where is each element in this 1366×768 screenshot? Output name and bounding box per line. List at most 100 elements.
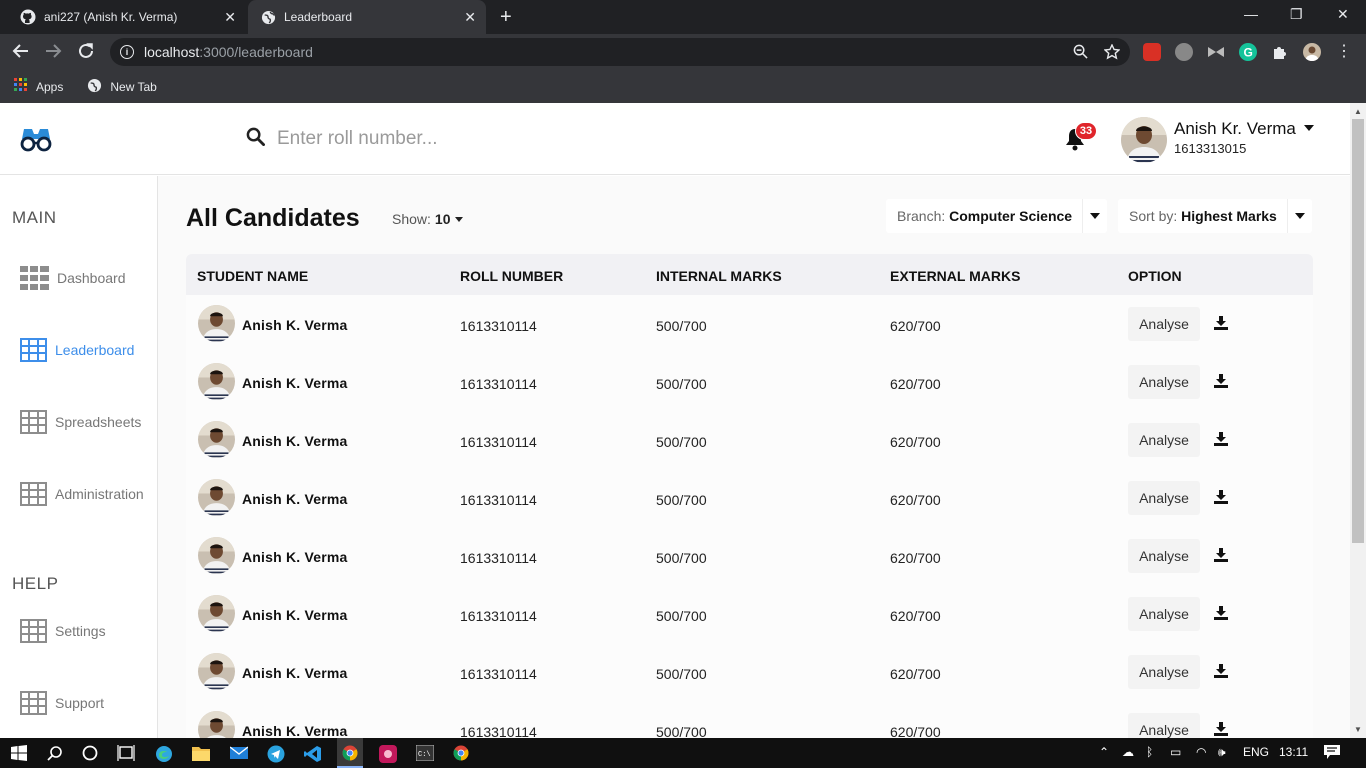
bookmark-new-tab[interactable]: New Tab: [87, 78, 157, 96]
sidebar-item-label: Leaderboard: [55, 342, 135, 358]
telegram-icon[interactable]: [267, 745, 285, 768]
bookmarks-bar: Apps New Tab: [0, 70, 1366, 103]
extension-icon[interactable]: [1143, 43, 1161, 61]
restore-button[interactable]: ❐: [1290, 6, 1303, 23]
language-indicator[interactable]: ENG: [1243, 745, 1269, 759]
external-marks: 620/700: [890, 434, 941, 450]
sidebar-item-support[interactable]: Support: [20, 691, 104, 715]
show-count-dropdown[interactable]: Show: 10: [392, 211, 463, 227]
close-tab-icon[interactable]: ✕: [224, 9, 236, 26]
grammarly-icon[interactable]: G: [1239, 43, 1257, 61]
analyse-button[interactable]: Analyse: [1128, 365, 1200, 399]
user-menu-caret-icon[interactable]: [1304, 125, 1314, 131]
file-explorer-icon[interactable]: [192, 745, 210, 766]
roll-number-search-input[interactable]: [277, 128, 677, 150]
scroll-up-arrow-icon[interactable]: ▲: [1354, 107, 1362, 116]
new-tab-button[interactable]: +: [500, 6, 512, 29]
branch-value: Computer Science: [949, 208, 1073, 224]
extension-icon[interactable]: [1175, 43, 1193, 61]
tray-chevron-up-icon[interactable]: ⌃: [1099, 745, 1109, 759]
tab-title: ani227 (Anish Kr. Verma): [44, 10, 178, 24]
sidebar-item-dashboard[interactable]: Dashboard: [20, 266, 126, 290]
clock-time[interactable]: 13:11: [1279, 745, 1308, 759]
branch-filter-dropdown[interactable]: Branch: Computer Science: [886, 199, 1108, 233]
download-icon[interactable]: [1214, 664, 1228, 683]
app-logo[interactable]: [20, 125, 52, 158]
analyse-button[interactable]: Analyse: [1128, 713, 1200, 738]
vscode-icon[interactable]: [304, 745, 322, 768]
analyse-button[interactable]: Analyse: [1128, 597, 1200, 631]
menu-dots-icon[interactable]: ⋮: [1335, 43, 1353, 61]
onedrive-icon[interactable]: ☁: [1122, 745, 1134, 759]
action-center-icon[interactable]: [1324, 745, 1340, 762]
analyse-button[interactable]: Analyse: [1128, 307, 1200, 341]
edge-icon[interactable]: [155, 745, 173, 768]
download-icon[interactable]: [1214, 316, 1228, 335]
app-icon[interactable]: [379, 745, 397, 768]
student-avatar: [198, 421, 235, 458]
user-name[interactable]: Anish Kr. Verma: [1174, 119, 1296, 139]
analyse-button[interactable]: Analyse: [1128, 481, 1200, 515]
extension-icon[interactable]: [1207, 43, 1225, 61]
analyse-button[interactable]: Analyse: [1128, 539, 1200, 573]
column-header-external-marks[interactable]: EXTERNAL MARKS: [890, 268, 1020, 284]
table-icon: [20, 482, 47, 506]
page-scrollbar[interactable]: ▲ ▼: [1350, 103, 1366, 738]
browser-tab-github[interactable]: ani227 (Anish Kr. Verma) ✕: [8, 0, 246, 34]
extensions-puzzle-icon[interactable]: [1271, 43, 1289, 61]
search-icon[interactable]: [246, 127, 265, 151]
apps-grid-icon: [14, 78, 28, 95]
mail-icon[interactable]: [229, 745, 249, 766]
wifi-icon[interactable]: ◠: [1196, 745, 1206, 759]
bookmark-apps[interactable]: Apps: [14, 78, 63, 95]
chrome-taskbar-button[interactable]: [337, 738, 363, 768]
close-tab-icon[interactable]: ✕: [464, 9, 476, 26]
sidebar-item-spreadsheets[interactable]: Spreadsheets: [20, 410, 141, 434]
column-header-internal-marks[interactable]: INTERNAL MARKS: [656, 268, 782, 284]
download-icon[interactable]: [1214, 548, 1228, 567]
minimize-button[interactable]: —: [1244, 6, 1258, 22]
address-bar[interactable]: i localhost:3000/leaderboard: [110, 38, 1130, 66]
column-header-student-name[interactable]: STUDENT NAME: [197, 268, 308, 284]
terminal-icon[interactable]: C:\: [415, 744, 435, 766]
scrollbar-thumb[interactable]: [1352, 119, 1364, 543]
caret-down-icon[interactable]: [1286, 199, 1312, 233]
download-icon[interactable]: [1214, 432, 1228, 451]
download-icon[interactable]: [1214, 606, 1228, 625]
download-icon[interactable]: [1214, 374, 1228, 393]
profile-avatar[interactable]: [1303, 43, 1321, 61]
volume-icon[interactable]: 🕪: [1218, 745, 1226, 760]
download-icon[interactable]: [1214, 722, 1228, 738]
sidebar-item-leaderboard[interactable]: Leaderboard: [20, 338, 134, 362]
sidebar-item-administration[interactable]: Administration: [20, 482, 144, 506]
site-info-icon[interactable]: i: [120, 45, 134, 59]
svg-text:C:\: C:\: [418, 751, 431, 759]
forward-icon[interactable]: [44, 42, 62, 63]
student-name: Anish K. Verma: [242, 491, 348, 507]
cortana-icon[interactable]: [82, 745, 98, 766]
analyse-button[interactable]: Analyse: [1128, 655, 1200, 689]
bookmark-star-icon[interactable]: [1103, 43, 1121, 63]
close-window-button[interactable]: ✕: [1337, 6, 1349, 23]
task-view-icon[interactable]: [117, 745, 135, 766]
browser-tab-leaderboard[interactable]: Leaderboard ✕: [248, 0, 486, 34]
download-icon[interactable]: [1214, 490, 1228, 509]
sidebar: MAIN Dashboard Leaderboard Spreadsheets: [0, 176, 158, 738]
caret-down-icon[interactable]: [1082, 199, 1107, 233]
chrome-icon[interactable]: [453, 745, 469, 766]
candidates-table: STUDENT NAME ROLL NUMBER INTERNAL MARKS …: [186, 254, 1313, 738]
scroll-down-arrow-icon[interactable]: ▼: [1354, 725, 1362, 734]
battery-icon[interactable]: ▭: [1170, 745, 1181, 759]
zoom-icon[interactable]: [1073, 44, 1088, 63]
user-avatar[interactable]: [1121, 117, 1167, 163]
search-icon[interactable]: [47, 745, 63, 766]
back-icon[interactable]: [12, 42, 30, 63]
windows-start-icon[interactable]: [11, 745, 27, 766]
analyse-button[interactable]: Analyse: [1128, 423, 1200, 457]
reload-icon[interactable]: [77, 42, 95, 63]
column-header-roll-number[interactable]: ROLL NUMBER: [460, 268, 563, 284]
student-avatar: [198, 711, 235, 738]
bluetooth-icon[interactable]: ᛒ: [1146, 745, 1153, 759]
sidebar-item-settings[interactable]: Settings: [20, 619, 106, 643]
sort-by-dropdown[interactable]: Sort by: Highest Marks: [1118, 199, 1312, 233]
